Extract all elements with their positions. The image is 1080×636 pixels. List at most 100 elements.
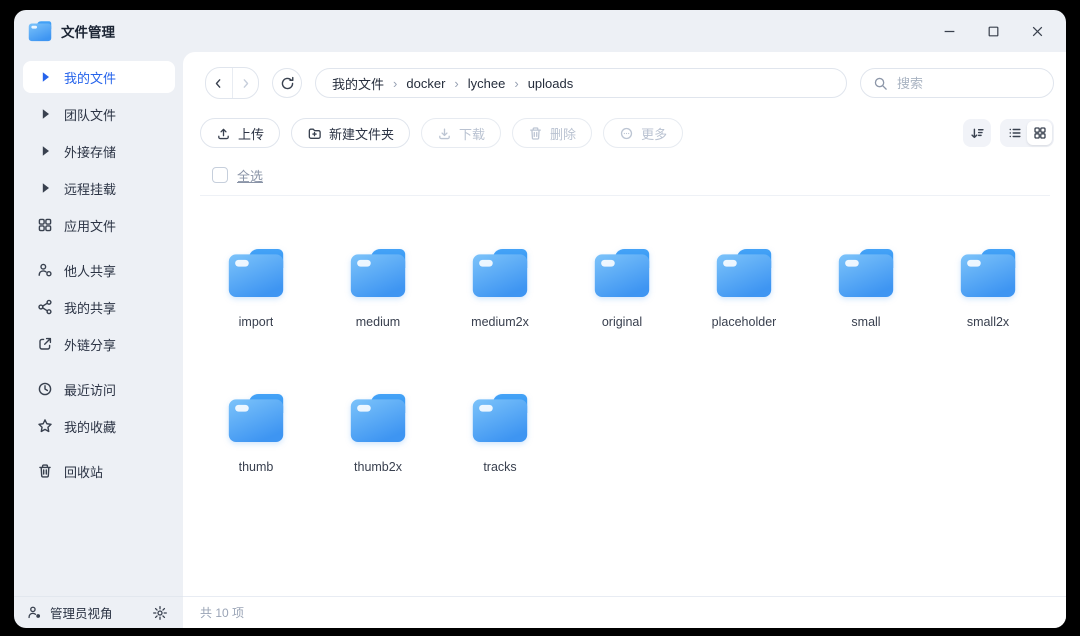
caret-right-icon (37, 143, 53, 159)
sidebar-item-remote-mount[interactable]: 远程挂载 (23, 172, 175, 204)
download-icon (437, 126, 452, 141)
folder-blue-icon (593, 246, 651, 299)
main-panel: › 我的文件 › docker › lychee (183, 52, 1066, 628)
minimize-button[interactable] (940, 22, 958, 40)
forward-button[interactable] (233, 68, 259, 98)
toolbar-button-label: 删除 (550, 126, 577, 142)
close-button[interactable] (1028, 22, 1046, 40)
folder-blue-icon (837, 246, 895, 299)
sidebar-item-label: 我的文件 (64, 70, 117, 86)
view-toggle (1000, 119, 1054, 147)
toolbar-button-label: 上传 (238, 126, 265, 142)
toolbar-button-label: 新建文件夹 (329, 126, 395, 142)
folder-item[interactable]: tracks (439, 391, 561, 474)
search-box (860, 68, 1054, 98)
more-button[interactable]: 更多 (603, 118, 684, 148)
item-count: 共 10 项 (200, 606, 245, 620)
maximize-button[interactable] (984, 22, 1002, 40)
toolbar-button-label: 更多 (641, 126, 668, 142)
folder-item[interactable]: import (195, 246, 317, 329)
history-nav (205, 67, 260, 99)
breadcrumb-item[interactable]: docker (406, 76, 445, 91)
person-share-icon (37, 262, 53, 278)
folder-name: thumb (238, 460, 274, 474)
upload-icon (216, 126, 231, 141)
list-view-button[interactable] (1002, 121, 1027, 145)
back-button[interactable] (206, 68, 233, 98)
sidebar-item-favorites[interactable]: 我的收藏 (23, 410, 175, 442)
sidebar-item-label: 我的收藏 (64, 419, 117, 435)
sidebar-item-shared-by-others[interactable]: 他人共享 (23, 254, 175, 286)
grid-view-button[interactable] (1027, 121, 1052, 145)
new-folder-button[interactable]: 新建文件夹 (291, 118, 411, 148)
sort-button[interactable] (963, 119, 991, 147)
download-button[interactable]: 下载 (421, 118, 502, 148)
sidebar-item-app-files[interactable]: 应用文件 (23, 209, 175, 241)
folder-item[interactable]: medium (317, 246, 439, 329)
refresh-button[interactable] (272, 68, 303, 98)
sidebar-item-my-files[interactable]: 我的文件 (23, 61, 175, 93)
folder-blue-icon (349, 391, 407, 444)
folder-item[interactable]: medium2x (439, 246, 561, 329)
export-box-icon (37, 336, 53, 352)
search-icon (873, 76, 888, 91)
upload-button[interactable]: 上传 (200, 118, 281, 148)
sidebar-nav: 我的文件 团队文件 外接存储 远程挂载 应用文件 他人共享 我的共享 外链分享 … (14, 52, 183, 596)
titlebar: 文件管理 (14, 10, 1066, 52)
folder-blue-icon (959, 246, 1017, 299)
toolbar-actions: 上传 新建文件夹 下载 删除 更多 (200, 118, 684, 148)
app-window: 文件管理 我的文件 团队文件 外接存储 远程挂载 应用文件 他人共享 我的共享 … (14, 10, 1066, 628)
folder-name: small2x (966, 315, 1010, 329)
folder-item[interactable]: original (561, 246, 683, 329)
sort-desc-icon (970, 128, 984, 138)
caret-right-icon (37, 180, 53, 196)
folder-name: import (238, 315, 274, 329)
sidebar-footer: 管理员视角 (14, 596, 183, 628)
sidebar-item-team-files[interactable]: 团队文件 (23, 98, 175, 130)
folder-name: medium2x (471, 315, 529, 329)
folder-item[interactable]: small (805, 246, 927, 329)
folder-item[interactable]: small2x (927, 246, 1049, 329)
sidebar-item-my-shares[interactable]: 我的共享 (23, 291, 175, 323)
delete-button[interactable]: 删除 (512, 118, 593, 148)
folder-blue-icon (349, 246, 407, 299)
trash-icon (37, 463, 53, 479)
folder-plus-icon (307, 126, 322, 141)
sidebar-item-label: 最近访问 (64, 382, 117, 398)
sidebar-item-label: 回收站 (64, 464, 104, 480)
toolbar-view-controls (963, 119, 1054, 147)
app-title: 文件管理 (61, 25, 115, 40)
sidebar-item-recycle-bin[interactable]: 回收站 (23, 455, 175, 487)
folder-item[interactable]: thumb2x (317, 391, 439, 474)
breadcrumb-item[interactable]: uploads (528, 76, 574, 91)
grid-view-icon (1033, 127, 1046, 139)
sidebar-item-recent[interactable]: 最近访问 (23, 373, 175, 405)
clock-icon (37, 381, 53, 397)
sidebar-item-label: 远程挂载 (64, 181, 117, 197)
sidebar-item-label: 团队文件 (64, 107, 117, 123)
folder-name: thumb2x (354, 460, 402, 474)
folder-name: tracks (483, 460, 517, 474)
sidebar-item-external-links[interactable]: 外链分享 (23, 328, 175, 360)
select-all-label[interactable]: 全选 (237, 166, 263, 185)
toolbar-button-label: 下载 (459, 126, 486, 142)
folder-item[interactable]: placeholder (683, 246, 805, 329)
breadcrumb-item[interactable]: lychee (468, 76, 506, 91)
sidebar: 我的文件 团队文件 外接存储 远程挂载 应用文件 他人共享 我的共享 外链分享 … (14, 52, 183, 628)
folder-blue-icon (715, 246, 773, 299)
search-input[interactable] (895, 74, 1041, 92)
sidebar-item-label: 他人共享 (64, 263, 117, 279)
folder-blue-icon (227, 246, 285, 299)
gear-icon (152, 605, 168, 621)
select-all-checkbox[interactable] (212, 167, 228, 183)
admin-view-label: 管理员视角 (50, 607, 113, 621)
sidebar-item-label: 我的共享 (64, 300, 117, 316)
trash-icon (528, 126, 543, 141)
folder-name: placeholder (711, 315, 777, 329)
folder-item[interactable]: thumb (195, 391, 317, 474)
sidebar-item-external-storage[interactable]: 外接存储 (23, 135, 175, 167)
breadcrumb-item[interactable]: 我的文件 (332, 74, 384, 93)
refresh-icon (281, 76, 294, 89)
caret-right-icon (37, 106, 53, 122)
settings-button[interactable] (152, 605, 168, 621)
